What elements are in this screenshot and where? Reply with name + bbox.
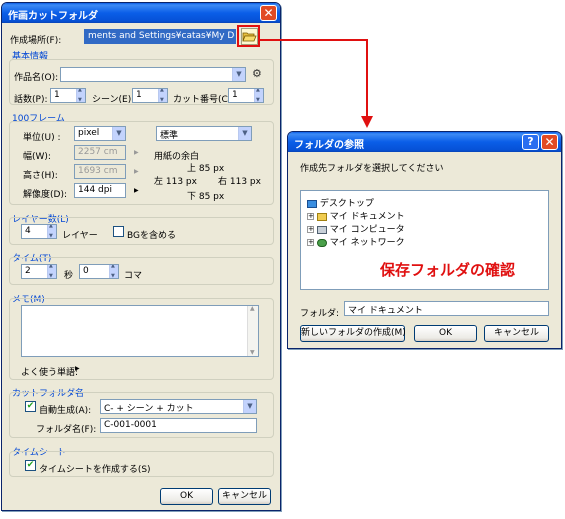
tree-item-desktop[interactable]: デスクトップ [307, 196, 374, 209]
browse-dialog-title: フォルダの参照 [294, 140, 364, 151]
tree-item-my-network[interactable]: + マイ ネットワーク [307, 235, 405, 248]
browse-folder-field[interactable]: マイ ドキュメント [344, 301, 549, 316]
tree-item-my-computer[interactable]: + マイ コンピュータ [307, 222, 405, 235]
expand-icon[interactable]: + [307, 226, 314, 233]
desktop-icon [307, 199, 317, 208]
expand-icon[interactable]: + [307, 213, 314, 220]
tree-item-my-documents[interactable]: + マイ ドキュメント [307, 209, 405, 222]
browse-dialog: フォルダの参照 ? ✕ 作成先フォルダを選択してください デスクトップ + マイ… [287, 131, 562, 349]
help-icon[interactable]: ? [522, 134, 539, 150]
confirm-save-folder-annotation: 保存フォルダの確認 [380, 261, 516, 279]
browse-cancel-button[interactable]: キャンセル [484, 325, 549, 342]
browse-ok-button[interactable]: OK [414, 325, 477, 342]
expand-icon[interactable]: + [307, 239, 314, 246]
network-icon [316, 238, 327, 247]
browse-instruction: 作成先フォルダを選択してください [300, 164, 444, 174]
browse-title-bar[interactable]: フォルダの参照 ? ✕ [288, 132, 561, 152]
computer-icon [316, 225, 327, 234]
close-icon[interactable]: ✕ [541, 134, 558, 150]
folder-icon [316, 212, 327, 221]
new-folder-button[interactable]: 新しいフォルダの作成(M) [300, 325, 406, 342]
browse-folder-label: フォルダ: [300, 309, 340, 319]
